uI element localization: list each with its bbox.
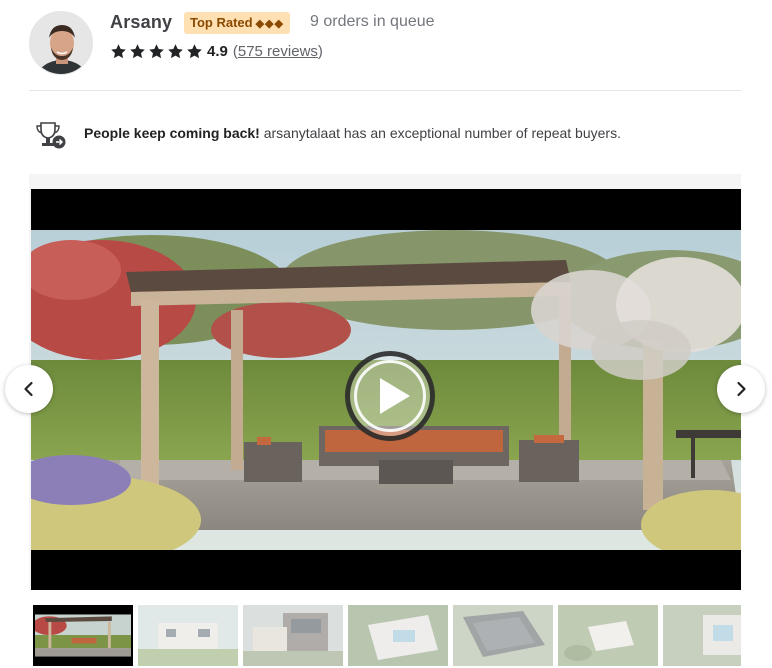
thumbnail-5[interactable] — [453, 605, 553, 666]
rating-row: 4.9 (575 reviews) — [110, 40, 323, 62]
next-slide-button[interactable] — [717, 365, 765, 413]
repeat-buyers-banner: People keep coming back! arsanytalaat ha… — [84, 125, 621, 141]
chevron-right-icon — [737, 381, 746, 397]
star-icon — [187, 43, 202, 58]
orders-in-queue: 9 orders in queue — [310, 13, 435, 30]
seller-avatar[interactable] — [29, 11, 93, 75]
header-divider — [29, 90, 741, 91]
chevron-left-icon — [24, 381, 33, 397]
thumbnail-strip — [33, 605, 741, 668]
star-icon — [149, 43, 164, 58]
previous-slide-button[interactable] — [5, 365, 53, 413]
reviews-link[interactable]: (575 reviews) — [233, 43, 323, 60]
reviews-close-paren: ) — [317, 42, 323, 60]
seller-name[interactable]: Arsany — [110, 12, 172, 33]
thumbnail-6[interactable] — [558, 605, 658, 666]
thumbnail-2[interactable] — [138, 605, 238, 666]
play-icon — [380, 378, 410, 414]
thumbnail-7[interactable] — [663, 605, 741, 666]
play-button[interactable] — [345, 351, 435, 441]
star-icon — [168, 43, 183, 58]
rating-score: 4.9 — [207, 42, 228, 60]
star-icon — [111, 43, 126, 58]
badge-diamonds: ◆◆◆ — [255, 18, 284, 30]
thumbnail-3[interactable] — [243, 605, 343, 666]
badge-label: Top Rated — [190, 15, 253, 30]
banner-bold-text: People keep coming back! — [84, 125, 260, 141]
trophy-icon — [36, 122, 66, 149]
star-icon — [130, 43, 145, 58]
star-rating — [110, 43, 203, 60]
thumbnail-4[interactable] — [348, 605, 448, 666]
reviews-count[interactable]: 575 reviews — [238, 43, 318, 60]
thumbnail-1[interactable] — [33, 605, 133, 666]
top-rated-badge: Top Rated ◆◆◆ — [184, 12, 290, 34]
banner-rest-text: arsanytalaat has an exceptional number o… — [259, 125, 621, 141]
